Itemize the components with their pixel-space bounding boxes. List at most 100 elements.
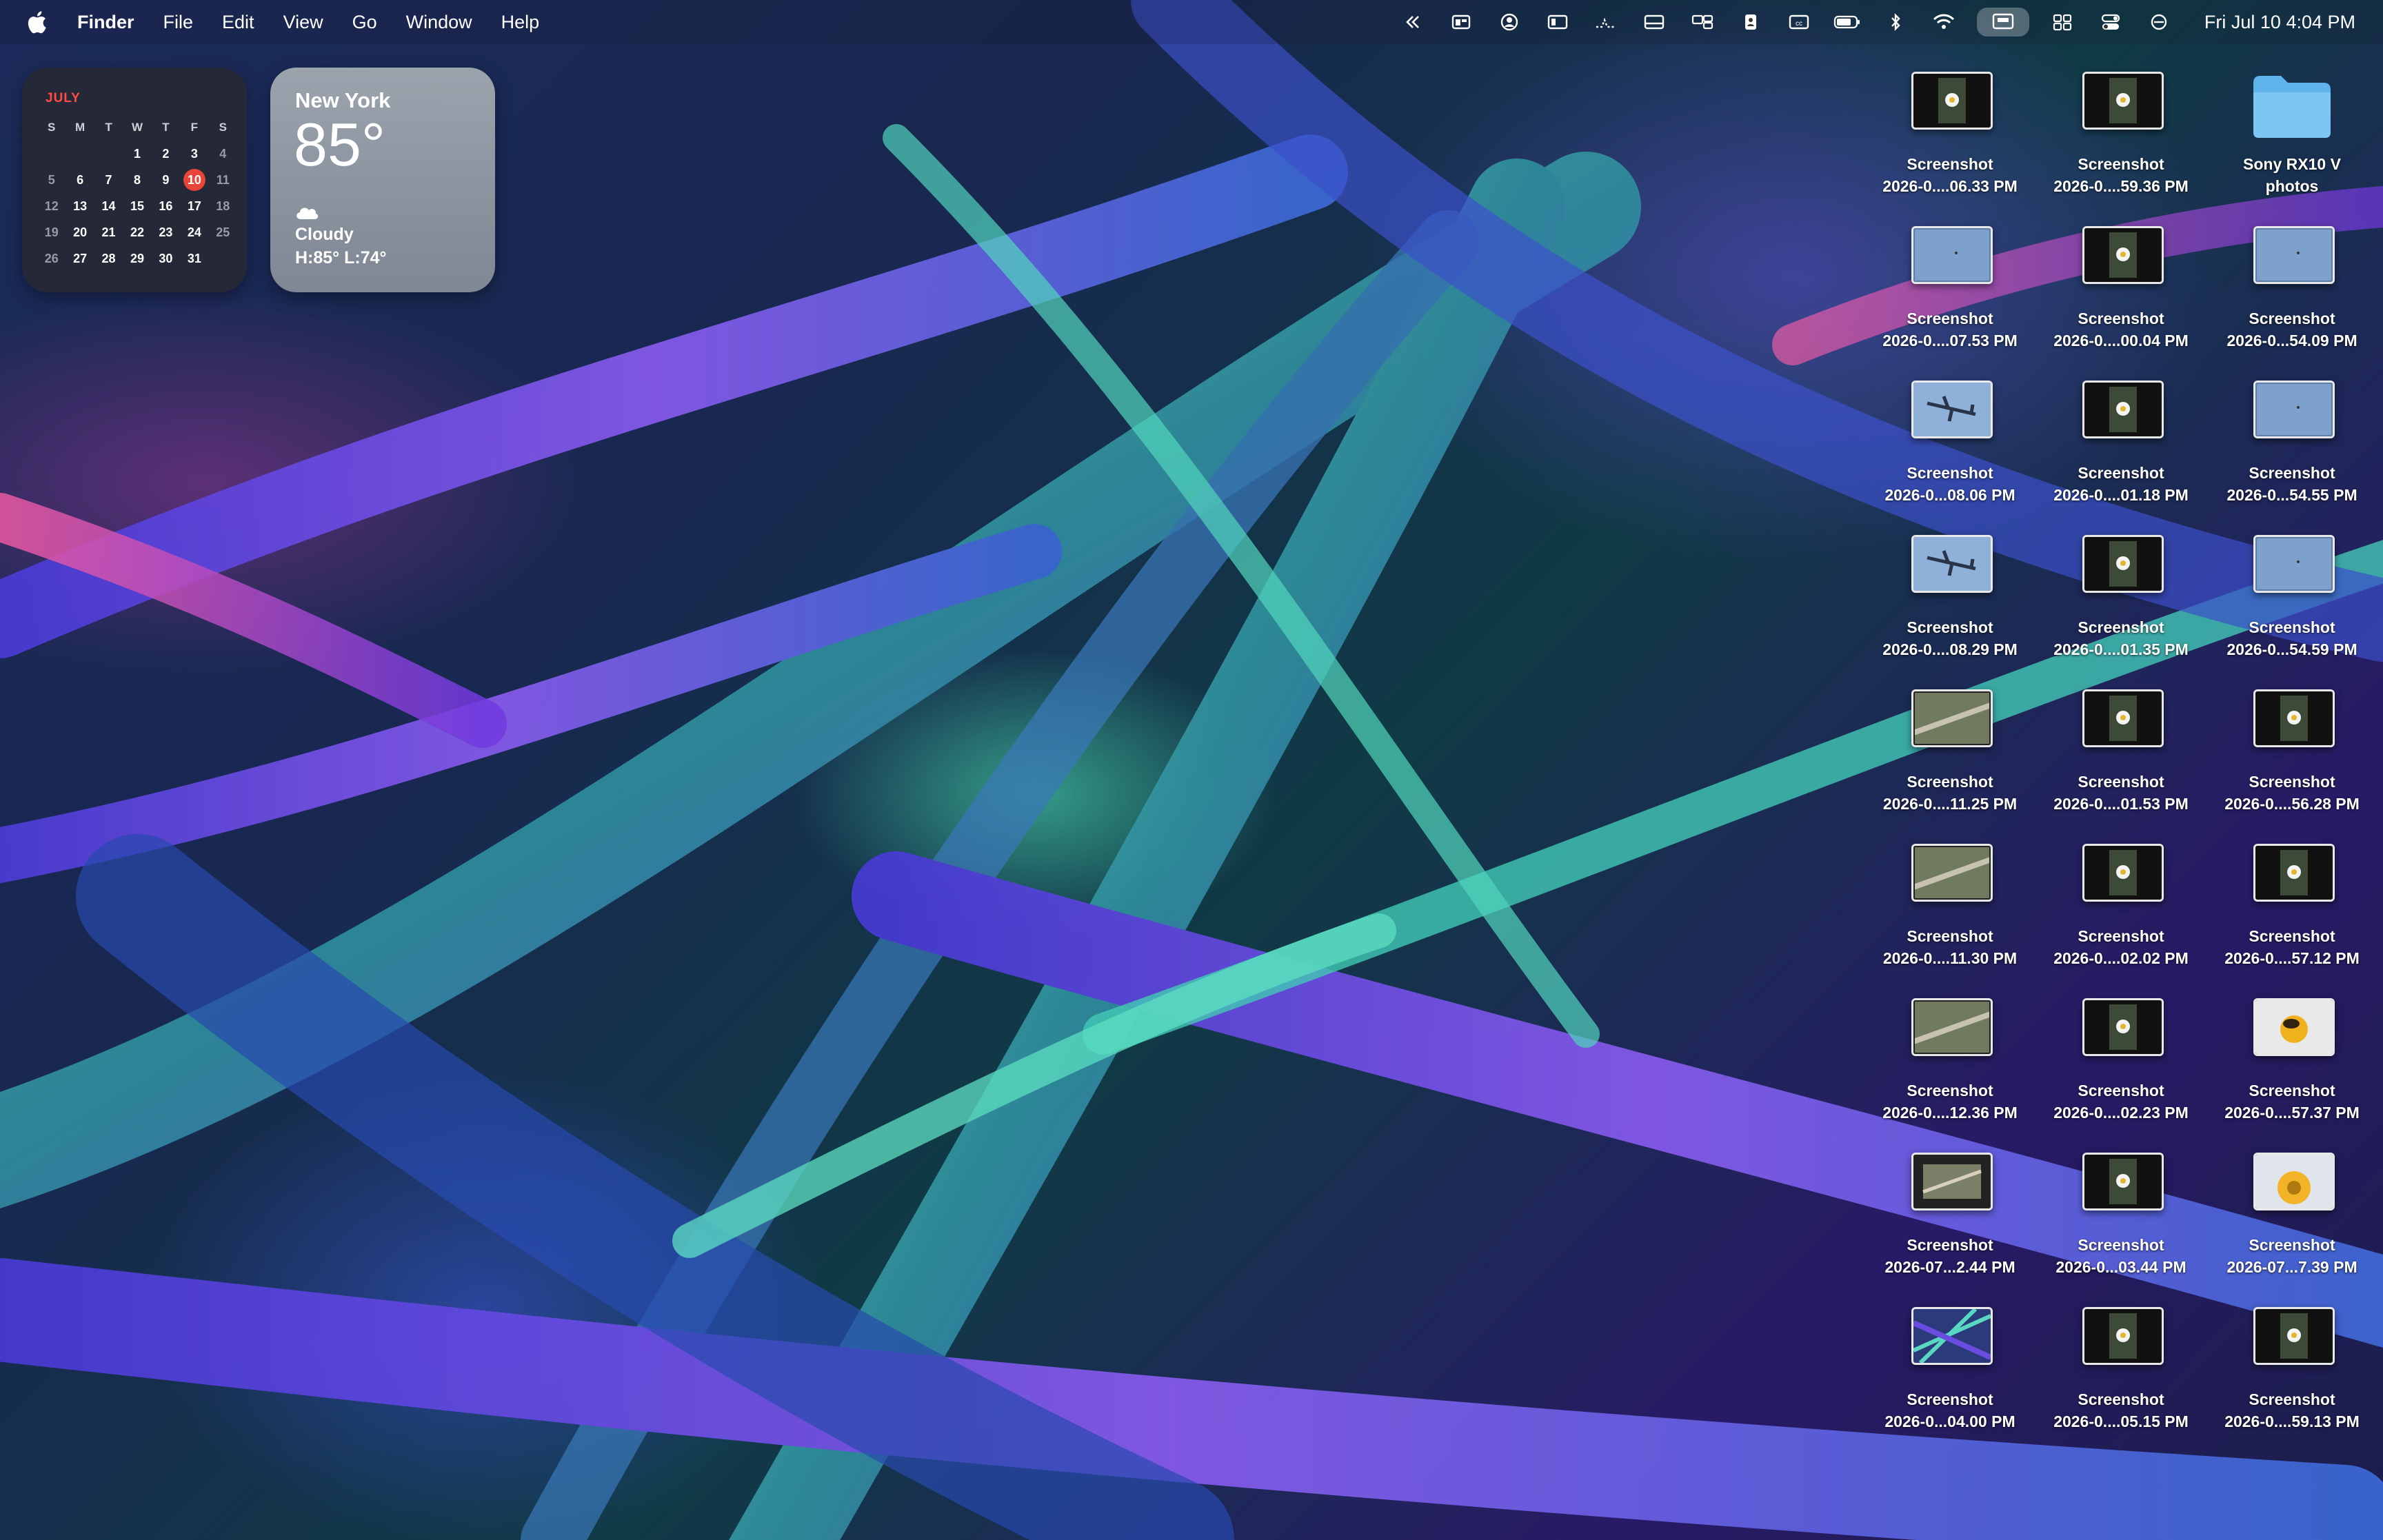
calendar-day: 2 (162, 147, 170, 161)
desktop-item-name-line2: 2026-0....11.25 PM (1882, 795, 2018, 813)
desktop-item-name-line1: Screenshot (1907, 773, 1993, 791)
desktop-item-name-line1: Screenshot (2078, 927, 2164, 945)
calendar-day: 9 (162, 173, 170, 187)
desktop-item-name-line1: Screenshot (2249, 1236, 2335, 1254)
menu-edit[interactable]: Edit (222, 12, 254, 33)
file-thumbnail-icon (2082, 72, 2164, 130)
file-thumbnail-icon (2253, 1153, 2335, 1210)
calendar-day: 28 (101, 252, 116, 265)
menu-go[interactable]: Go (352, 12, 377, 33)
calendar-empty-cell (37, 142, 66, 165)
desktop-item-name-line1: Screenshot (2249, 773, 2335, 791)
desktop-item-name-line2: 2026-0....59.13 PM (2224, 1412, 2360, 1430)
desktop-item-name-line1: Screenshot (2249, 464, 2335, 482)
focus-icon[interactable] (2144, 12, 2174, 32)
file-thumbnail-icon (2253, 1307, 2335, 1365)
weather-temperature: 85° (294, 110, 386, 179)
desktop-item-label: Screenshot 2026-0....02.02 PM (2040, 925, 2202, 969)
desktop-item-name-line1: Screenshot (2078, 1390, 2164, 1408)
menu-help[interactable]: Help (501, 12, 540, 33)
contact-icon[interactable] (1736, 12, 1766, 32)
calendar-day: 4 (219, 147, 227, 161)
desktop-item-label: Screenshot 2026-07...2.44 PM (1869, 1234, 2031, 1278)
calendar-empty-cell (209, 247, 237, 270)
desktop-item-name-line2: 2026-0...54.59 PM (2226, 640, 2357, 658)
weather-widget[interactable]: New York 85° Cloudy H:85° L:74° (270, 68, 495, 292)
menu-window[interactable]: Window (406, 12, 472, 33)
file-thumbnail-icon (1911, 998, 1993, 1056)
card-icon[interactable] (1639, 12, 1669, 32)
desktop-item-name-line1: Screenshot (2249, 618, 2335, 636)
wifi-icon[interactable] (1929, 12, 1959, 32)
calendar-day: 7 (105, 173, 112, 187)
menu-file[interactable]: File (163, 12, 194, 33)
screens-icon[interactable] (1687, 12, 1718, 32)
calendar-day: 29 (130, 252, 144, 265)
cc-icon[interactable]: cc (1784, 12, 1814, 32)
file-thumbnail-icon (1911, 535, 1993, 593)
desktop-item-name-line2: 2026-0....06.33 PM (1882, 177, 2018, 195)
person-circle-icon[interactable] (1494, 12, 1525, 32)
desktop-item-name-line2: photos (2265, 177, 2319, 195)
file-thumbnail-icon (2082, 1307, 2164, 1365)
menu-bar-clock[interactable]: Fri Jul 10 4:04 PM (2204, 12, 2355, 33)
desktop-item-name-line2: 2026-0....01.35 PM (2053, 640, 2189, 658)
desktop-item-label: Screenshot 2026-0....01.53 PM (2040, 771, 2202, 815)
desktop-item-name-line1: Screenshot (2249, 1390, 2335, 1408)
calendar-day: 17 (187, 199, 201, 213)
desktop-item-name-line2: 2026-0....59.36 PM (2053, 177, 2189, 195)
battery-icon[interactable] (1832, 12, 1862, 32)
desktop-item-label: Screenshot 2026-0....05.15 PM (2040, 1388, 2202, 1432)
desktop-item-name-line2: 2026-0....57.37 PM (2224, 1104, 2360, 1122)
desktop-item-label: Screenshot 2026-0....01.35 PM (2040, 616, 2202, 660)
calendar-widget[interactable]: JULY S M T W T F S 1 2 3 4 5 6 7 8 9 10 11 12 13 14 15 16 17 18 1… (22, 68, 247, 292)
file-thumbnail-icon (1911, 689, 1993, 747)
desktop-item-name-line1: Screenshot (2249, 927, 2335, 945)
control-center-icon[interactable] (2095, 12, 2126, 32)
desktop-item-label: Screenshot 2026-0....01.18 PM (2040, 462, 2202, 506)
weather-city: New York (295, 88, 391, 112)
calendar-day: 22 (130, 225, 144, 239)
desktop-item-label: Screenshot 2026-0...04.00 PM (1869, 1388, 2031, 1432)
calendar-empty-cell (94, 142, 123, 165)
file-thumbnail-icon (1911, 1153, 1993, 1210)
calendar-day: 18 (216, 199, 230, 213)
desktop-item-name-line2: 2026-0....01.53 PM (2053, 795, 2189, 813)
desktop-item-label: Screenshot 2026-0....57.12 PM (2211, 925, 2373, 969)
calendar-weekday-label: T (105, 121, 112, 134)
stage-manager-icon[interactable] (2047, 12, 2078, 32)
bluetooth-icon[interactable] (1880, 12, 1911, 32)
file-thumbnail-icon (2082, 226, 2164, 284)
calendar-weekday-label: W (131, 121, 143, 134)
file-thumbnail-icon (1911, 844, 1993, 902)
window-icon[interactable] (1446, 12, 1476, 32)
calendar-day: 15 (130, 199, 144, 213)
desktop-item-name-line2: 2026-0....56.28 PM (2224, 795, 2360, 813)
menu-view[interactable]: View (283, 12, 323, 33)
calendar-day: 23 (159, 225, 173, 239)
desktop-item-label: Screenshot 2026-0....57.37 PM (2211, 1080, 2373, 1124)
calendar-day: 16 (159, 199, 173, 213)
file-thumbnail-icon (2253, 381, 2335, 438)
file-thumbnail-icon (2253, 844, 2335, 902)
desktop-item-label: Screenshot 2026-0....00.04 PM (2040, 307, 2202, 352)
file-thumbnail-icon (1911, 381, 1993, 438)
desktop-item-name-line2: 2026-0....11.30 PM (1882, 949, 2018, 967)
desktop-item-label: Screenshot 2026-0....59.36 PM (2040, 153, 2202, 197)
desktop-item-name-line2: 2026-0...54.55 PM (2226, 486, 2357, 504)
calendar-day: 13 (73, 199, 88, 213)
desktop-item-name-line1: Screenshot (1907, 618, 1993, 636)
apple-menu-icon[interactable] (26, 10, 47, 34)
desktop-item-name-line1: Sony RX10 V (2243, 155, 2341, 173)
chevrons-left-icon[interactable] (1398, 12, 1428, 32)
calendar-today: 10 (180, 168, 208, 192)
calendar-day: 30 (159, 252, 173, 265)
desktop-item-label: Screenshot 2026-0...08.06 PM (1869, 462, 2031, 506)
sidebar-icon[interactable] (1542, 12, 1573, 32)
activity-icon[interactable] (1591, 12, 1621, 32)
screen-mirroring-icon[interactable] (1976, 8, 2029, 37)
desktop-item-name-line2: 2026-0....07.53 PM (1882, 332, 2018, 349)
calendar-day: 3 (190, 147, 198, 161)
desktop-item-name-line1: Screenshot (2078, 773, 2164, 791)
menu-app-finder[interactable]: Finder (77, 12, 134, 33)
